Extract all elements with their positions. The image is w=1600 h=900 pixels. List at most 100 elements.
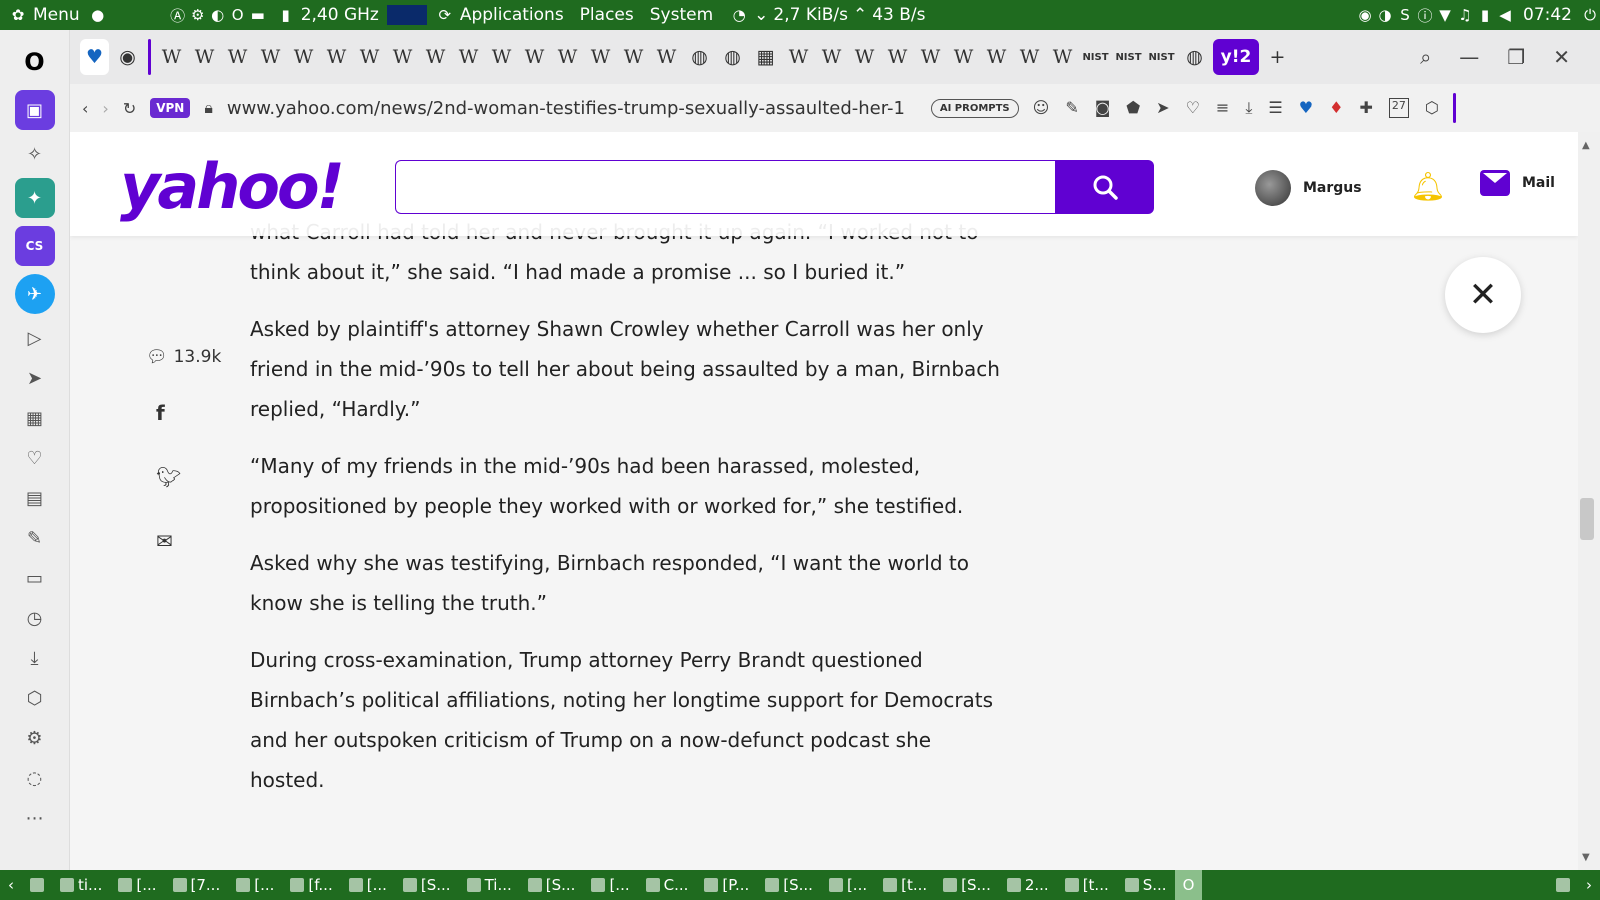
taskbar-window-17[interactable]: 2... (999, 870, 1057, 900)
tab-wikipedia-18[interactable]: W (817, 39, 846, 75)
bookmark-heart-icon[interactable]: ♡ (1186, 98, 1200, 118)
heart-icon[interactable]: ♡ (15, 442, 55, 474)
tab-nist-1[interactable]: NIST (1081, 39, 1110, 75)
reader-icon[interactable]: ▣ (14, 90, 55, 130)
tab-wikipedia-2[interactable]: W (190, 39, 219, 75)
tab-wikipedia-9[interactable]: W (421, 39, 450, 75)
reload-icon[interactable]: ↻ (123, 99, 136, 118)
ai-prompts-button[interactable]: AI PROMPTS (930, 98, 1019, 118)
pinboard-icon[interactable]: ▤ (15, 482, 55, 514)
taskbar-scroll-right[interactable]: › (1578, 870, 1600, 900)
tab-wikipedia-22[interactable]: W (949, 39, 978, 75)
scrollbar-thumb[interactable] (1580, 498, 1594, 540)
edit-icon[interactable]: ✎ (1065, 98, 1078, 118)
new-tab-button[interactable]: + (1263, 39, 1292, 75)
taskbar-window-12[interactable]: [P... (696, 870, 757, 900)
qb-icon[interactable]: ◉ (1355, 5, 1375, 25)
taskbar-window-14[interactable]: [... (821, 870, 875, 900)
tab-globe-3[interactable]: ◍ (1180, 39, 1209, 75)
tab-wikipedia-19[interactable]: W (850, 39, 879, 75)
taskbar-window-18[interactable]: [t... (1057, 870, 1117, 900)
editor-icon[interactable]: ✎ (15, 522, 55, 554)
close-overlay-button[interactable]: ✕ (1445, 257, 1521, 333)
battery-icon[interactable]: ▮ (1475, 5, 1495, 25)
taskbar-trash[interactable] (1548, 870, 1578, 900)
taskbar-window-13[interactable]: [S... (757, 870, 821, 900)
opera-icon[interactable]: O (228, 5, 248, 25)
taskbar-window-15[interactable]: [t... (875, 870, 935, 900)
tab-wikipedia-10[interactable]: W (454, 39, 483, 75)
tab-wikipedia-13[interactable]: W (553, 39, 582, 75)
tab-wikipedia-5[interactable]: W (289, 39, 318, 75)
network-monitor[interactable]: ◔ ⌄ 2,7 KiB/s ⌃ 43 B/s (721, 5, 933, 25)
tab-wikipedia-6[interactable]: W (322, 39, 351, 75)
info-icon[interactable]: ⓘ (1415, 5, 1435, 25)
downloads-icon[interactable]: ⤓ (15, 642, 55, 674)
tab-wikipedia-1[interactable]: W (157, 39, 186, 75)
tab-wikipedia-16[interactable]: W (652, 39, 681, 75)
download-icon[interactable]: ⤓ (1245, 98, 1252, 118)
extension-calendar-badge[interactable]: 27 (1388, 98, 1409, 118)
shield-icon[interactable]: ⬟ (1126, 98, 1140, 118)
emoji-icon[interactable]: ☺ (1033, 98, 1050, 118)
taskbar-window-10[interactable]: [... (583, 870, 637, 900)
close-window-icon[interactable]: ✕ (1553, 45, 1570, 69)
yahoo-search-input[interactable] (395, 160, 1055, 214)
taskbar-window-16[interactable]: [S... (935, 870, 999, 900)
moon-icon[interactable]: ◐ (208, 5, 228, 25)
battery-saver-icon[interactable]: ≡ (1216, 98, 1229, 118)
tab-globe-2[interactable]: ◍ (718, 39, 747, 75)
easy-setup-icon[interactable]: ☰ (1268, 98, 1282, 118)
tab-wikipedia-15[interactable]: W (619, 39, 648, 75)
tab-yahoo-active[interactable]: y! 2 (1213, 39, 1259, 75)
player-icon[interactable]: ▷ (15, 322, 55, 354)
opera-menu-icon[interactable]: O (15, 42, 55, 82)
tab-wikipedia-8[interactable]: W (388, 39, 417, 75)
tab-wikipedia-25[interactable]: W (1048, 39, 1077, 75)
volume-icon[interactable]: ◀ (1495, 5, 1515, 25)
scroll-down-arrow[interactable]: ▼ (1582, 852, 1590, 863)
history-icon[interactable]: ◷ (15, 602, 55, 634)
tab-wikipedia-7[interactable]: W (355, 39, 384, 75)
power-icon[interactable]: ⏻ (1580, 5, 1600, 25)
minimize-icon[interactable]: — (1459, 45, 1479, 69)
email-icon[interactable]: ✉ (156, 529, 226, 553)
tab-wikipedia-24[interactable]: W (1015, 39, 1044, 75)
twitter-icon[interactable]: 🐦︎ (156, 465, 226, 489)
tab-wikipedia-20[interactable]: W (883, 39, 912, 75)
tab-wikipedia-23[interactable]: W (982, 39, 1011, 75)
tab-calendar[interactable]: ▦ (751, 39, 780, 75)
launcher-system[interactable]: System (642, 5, 721, 25)
tabs-icon[interactable]: ▭ (15, 562, 55, 594)
tab-wikipedia-21[interactable]: W (916, 39, 945, 75)
tab-wikipedia-12[interactable]: W (520, 39, 549, 75)
facebook-icon[interactable]: f (156, 401, 226, 425)
extensions-icon[interactable]: ⬡ (15, 682, 55, 714)
extension-puzzle-icon[interactable]: ✚ (1359, 98, 1372, 118)
taskbar-window-1[interactable]: ti... (52, 870, 110, 900)
menu-button[interactable]: ✿ Menu (0, 5, 88, 25)
extension-cube-icon[interactable]: ⬡ (1425, 98, 1439, 118)
wifi-icon[interactable]: ▼ (1435, 5, 1455, 25)
tab-wikipedia-4[interactable]: W (256, 39, 285, 75)
taskbar-window-6[interactable]: [... (341, 870, 395, 900)
chatgpt-icon[interactable]: ✦ (14, 178, 55, 218)
search-tabs-icon[interactable]: ⌕ (1420, 45, 1431, 69)
chatsonic-icon[interactable]: CS (14, 226, 55, 266)
tab-wikipedia-3[interactable]: W (223, 39, 252, 75)
aria-icon[interactable]: ✧ (15, 138, 55, 170)
taskbar-window-3[interactable]: [7... (165, 870, 229, 900)
cpu-monitor[interactable]: ▮ 2,40 GHz (268, 5, 387, 25)
speed-dial-icon[interactable]: ▦ (15, 402, 55, 434)
taskbar-opera-active[interactable]: O (1174, 870, 1203, 900)
scroll-up-arrow[interactable]: ▲ (1582, 140, 1590, 151)
tab-globe[interactable]: ◍ (685, 39, 714, 75)
bell-icon[interactable]: 🔔︎ (1410, 170, 1446, 203)
launcher-applications[interactable]: ⟳ Applications (427, 5, 572, 25)
clock[interactable]: 07:42 (1515, 5, 1580, 25)
user-profile[interactable]: Margus (1255, 170, 1362, 206)
taskbar-window-9[interactable]: [S... (520, 870, 584, 900)
twitter-sidebar-icon[interactable]: ✈ (14, 274, 55, 314)
back-icon[interactable]: ‹ (82, 99, 88, 118)
yahoo-search-button[interactable] (1055, 160, 1154, 214)
